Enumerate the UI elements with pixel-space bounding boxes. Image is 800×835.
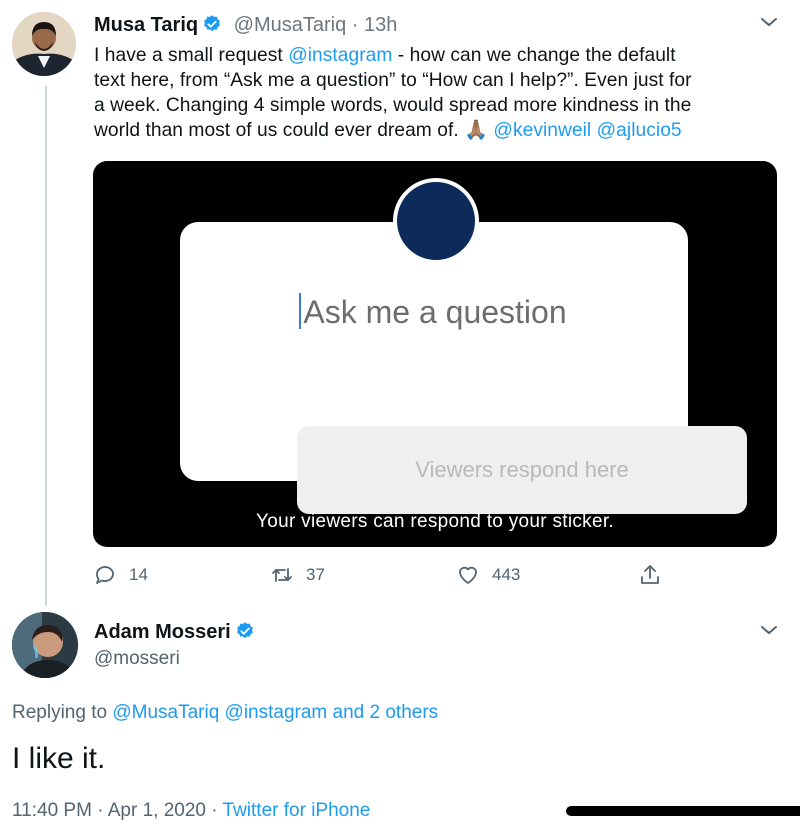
- avatar-image: [12, 12, 76, 76]
- avatar-musa-tariq[interactable]: [12, 12, 76, 76]
- tweet1-body: I have a small request @instagram - how …: [94, 43, 784, 143]
- share-button[interactable]: [638, 563, 674, 587]
- separator-dot: ·: [351, 14, 359, 36]
- timestamp[interactable]: 11:40 PM · Apr 1, 2020 ·: [12, 800, 223, 821]
- sticker-prompt: Ask me a question: [93, 293, 773, 331]
- media-caption: Your viewers can respond to your sticker…: [256, 511, 614, 532]
- more-chevron-down-icon[interactable]: [760, 16, 778, 28]
- author-name[interactable]: Musa Tariq: [94, 14, 198, 36]
- tweet-line: I have a small request @instagram - how …: [94, 45, 676, 66]
- tweet2-body: I like it.: [12, 742, 106, 775]
- mention-ajlucio5[interactable]: @ajlucio5: [597, 120, 682, 141]
- author-handle[interactable]: @MusaTariq: [234, 14, 347, 36]
- retweet-icon: [272, 568, 292, 582]
- avatar-image: [12, 612, 78, 678]
- reply-count: 14: [129, 565, 148, 584]
- replying-to: Replying to @MusaTariq @instagram and 2 …: [12, 702, 439, 723]
- tweet1-header: Musa Tariq @MusaTariq · 13h: [94, 14, 397, 37]
- tweet-line: world than most of us could ever dream o…: [94, 120, 682, 141]
- more-chevron-down-icon[interactable]: [760, 624, 778, 636]
- response-field: Viewers respond here: [297, 426, 747, 514]
- reply-button[interactable]: 14: [93, 563, 148, 587]
- like-button[interactable]: 443: [456, 563, 520, 587]
- verified-badge-icon: [236, 622, 253, 639]
- thread-connector-line: [45, 86, 47, 606]
- text-cursor: [299, 293, 302, 329]
- mention-instagram[interactable]: @instagram: [288, 45, 392, 66]
- tweet-time[interactable]: 13h: [364, 14, 397, 36]
- replying-to-links[interactable]: @MusaTariq @instagram and 2 others: [112, 702, 438, 723]
- share-icon: [641, 565, 659, 584]
- author-name[interactable]: Adam Mosseri: [94, 621, 231, 643]
- tweet-media-image[interactable]: Viewers respond here Ask me a question Y…: [93, 161, 777, 547]
- response-placeholder: Viewers respond here: [415, 457, 629, 482]
- tweet-metadata: 11:40 PM · Apr 1, 2020 · Twitter for iPh…: [12, 800, 370, 822]
- tweet-line: text here, from “Ask me a question” to “…: [94, 70, 692, 91]
- verified-badge-icon: [204, 15, 221, 32]
- heart-icon: [459, 566, 477, 584]
- reply-icon: [96, 566, 114, 584]
- like-count: 443: [492, 565, 521, 584]
- author-handle[interactable]: @mosseri: [94, 648, 180, 670]
- retweet-count: 37: [306, 565, 325, 584]
- home-indicator-bar: [566, 806, 800, 816]
- mention-kevinweil[interactable]: @kevinweil: [493, 120, 591, 141]
- tweet-line: a week. Changing 4 simple words, would s…: [94, 95, 692, 116]
- source-link[interactable]: Twitter for iPhone: [223, 800, 371, 821]
- tweet2-header: Adam Mosseri: [94, 621, 255, 644]
- avatar-adam-mosseri[interactable]: [12, 612, 78, 678]
- retweet-button[interactable]: 37: [270, 563, 325, 587]
- sticker-avatar-circle: [393, 178, 479, 264]
